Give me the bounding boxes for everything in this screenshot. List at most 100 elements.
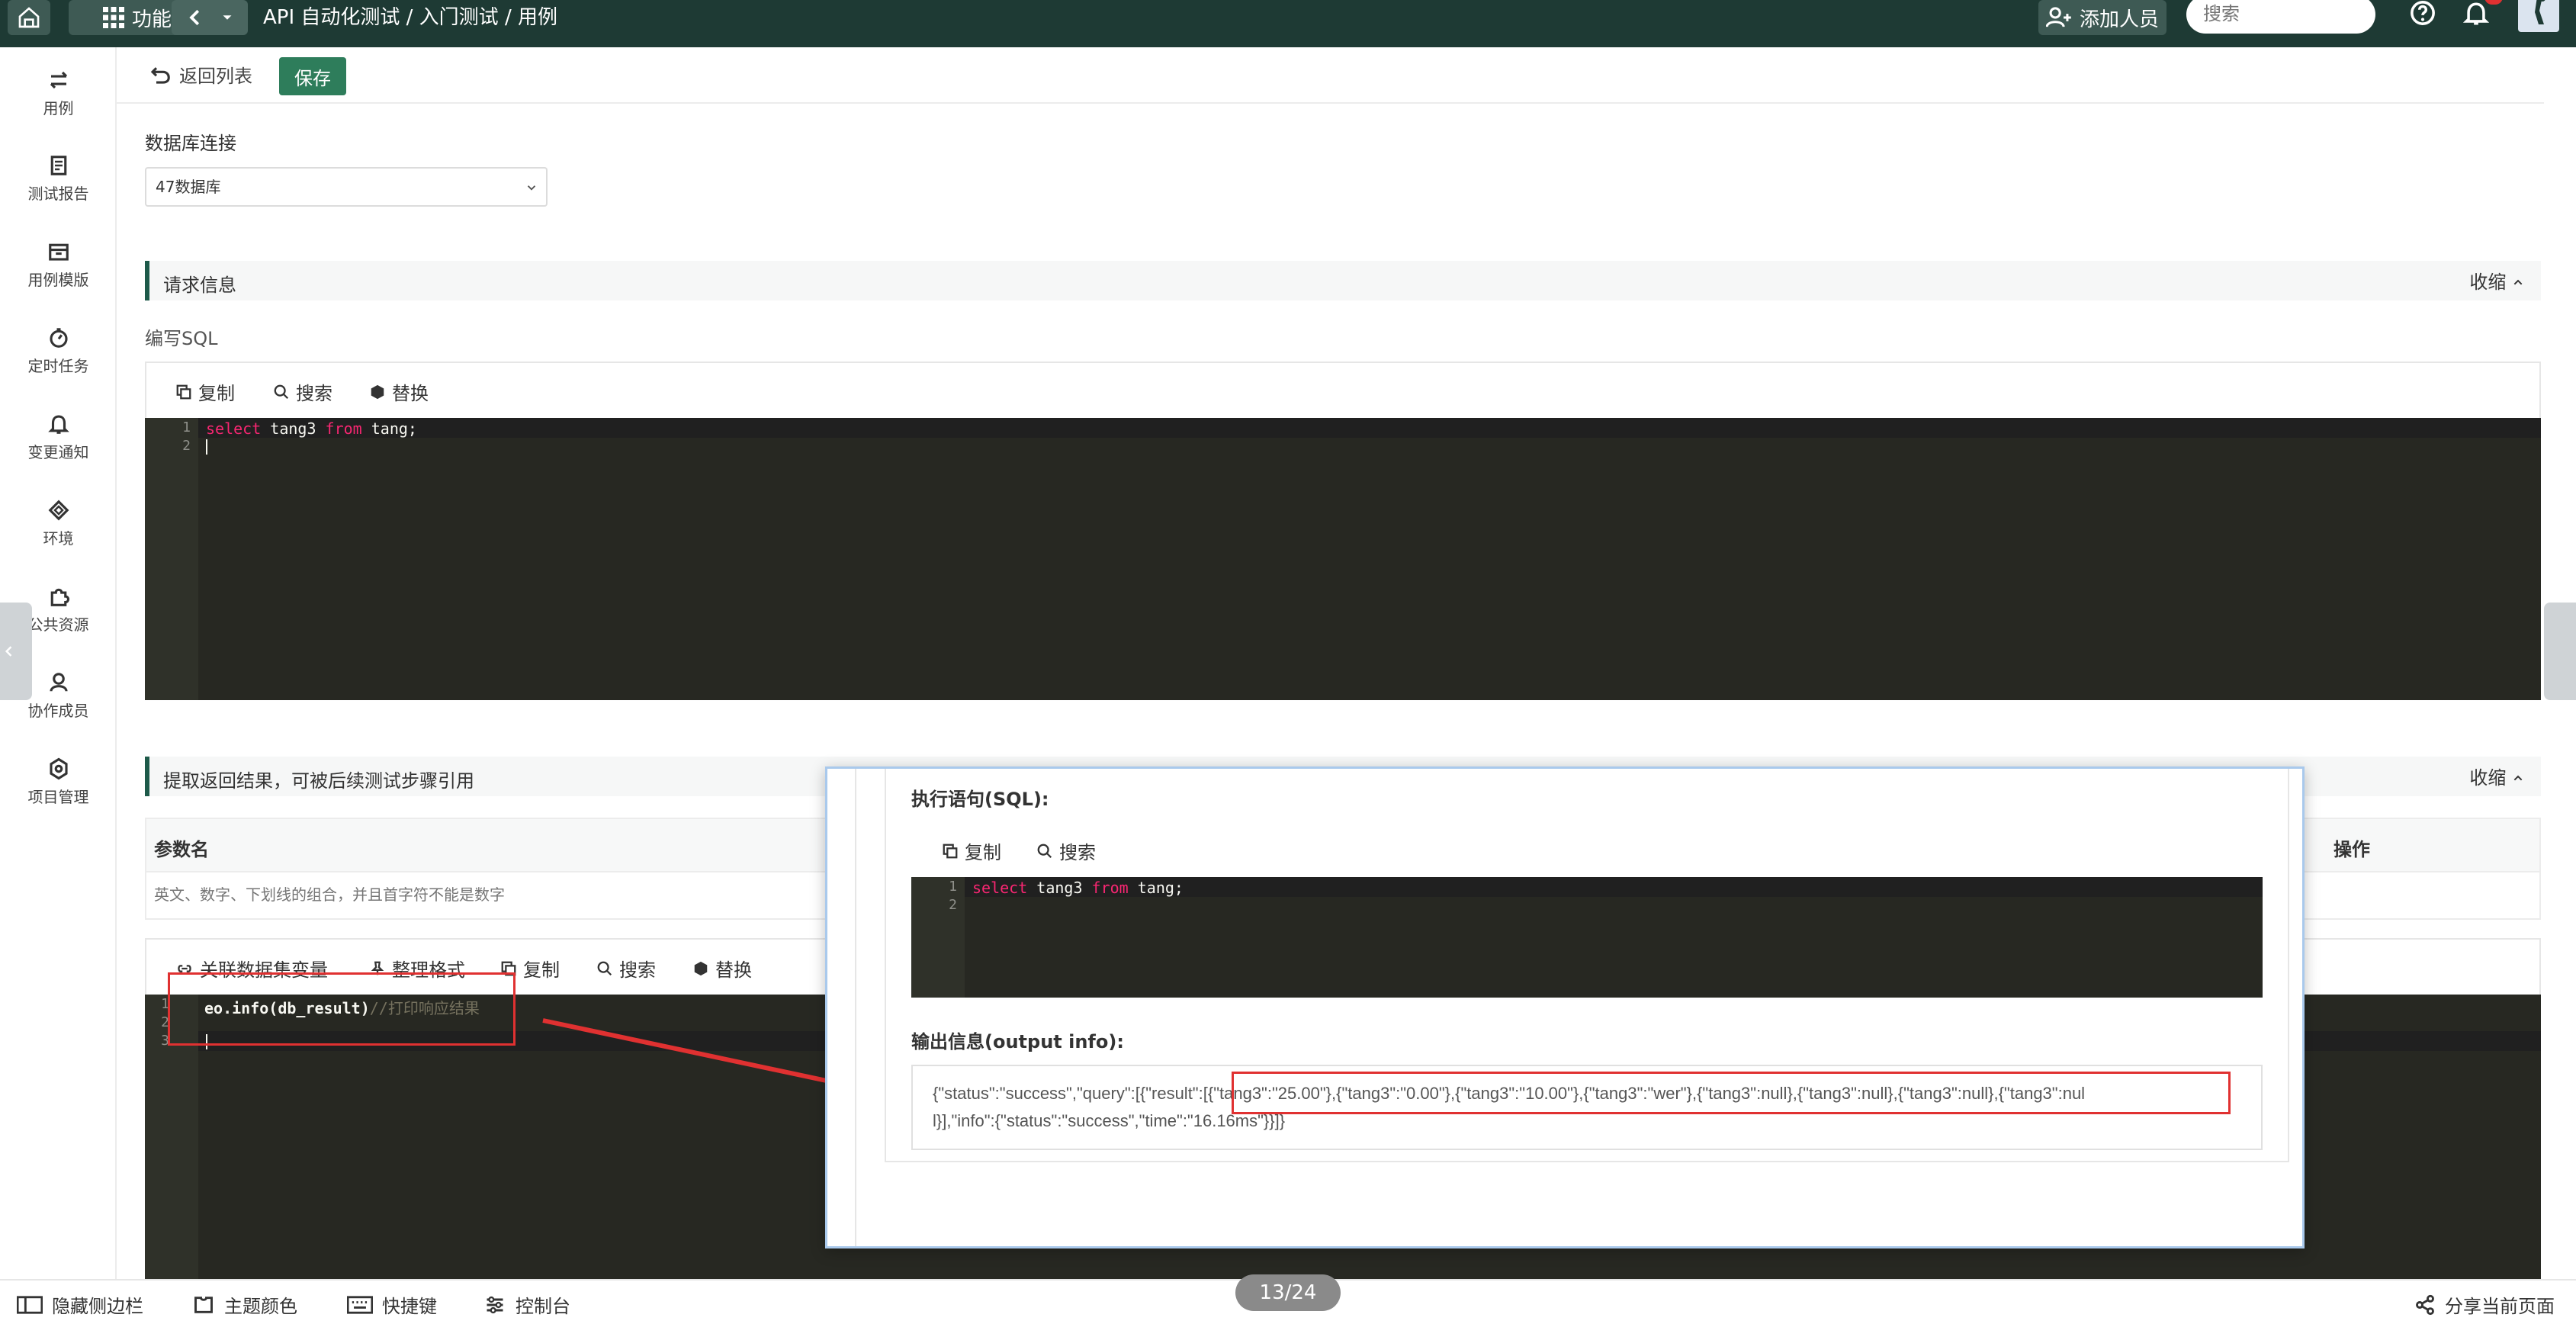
sidebar-icon [17, 1295, 43, 1314]
right-collapse-handle[interactable] [2544, 603, 2576, 700]
popup-search-button[interactable]: 搜索 [1036, 837, 1096, 864]
sidebar-item-change-notify[interactable]: 变更通知 [0, 413, 117, 489]
environment-icon [48, 500, 69, 521]
search-input[interactable] [2186, 0, 2375, 34]
line-gutter [145, 418, 198, 700]
keyword: select [206, 419, 262, 438]
replace-label: 替换 [715, 959, 752, 981]
home-button[interactable] [8, 0, 50, 35]
keyword: select [972, 879, 1028, 897]
copy-label: 复制 [198, 383, 235, 404]
popup-left-rule [855, 769, 856, 1246]
add-member-button[interactable]: 添加人员 [2038, 0, 2166, 35]
hide-sidebar-button[interactable]: 隐藏侧边栏 [17, 1291, 143, 1318]
save-button[interactable]: 保存 [279, 57, 346, 95]
copy-icon [943, 844, 958, 858]
chevron-left-icon [5, 646, 12, 657]
bell-icon [47, 415, 69, 434]
top-bar: 功能 API 自动化测试 / 入门测试 / 用例 添加人员 1 [0, 0, 2576, 47]
console-button[interactable]: 控制台 [483, 1291, 570, 1318]
add-member-label: 添加人员 [2079, 8, 2159, 31]
caret-down-icon [223, 15, 232, 20]
extract-collapse-button[interactable]: 收缩 [2469, 763, 2524, 789]
theme-color-label: 主题颜色 [224, 1296, 297, 1317]
sidebar-item-reports[interactable]: 测试报告 [0, 154, 117, 230]
undo-icon [150, 66, 170, 84]
left-collapse-handle[interactable] [0, 603, 32, 700]
active-line [198, 418, 2541, 438]
sidebar-item-label: 公共资源 [27, 615, 89, 634]
param-name-header: 参数名 [154, 839, 209, 860]
identifier: tang3 [261, 419, 326, 438]
collapse-label: 收缩 [2469, 272, 2507, 293]
line-number: 2 [949, 897, 957, 913]
back-nav-button[interactable] [172, 0, 248, 35]
sql-code-editor[interactable]: 1 2 select tang3 from tang; [145, 418, 2541, 700]
search-icon [274, 384, 289, 399]
line-number: 3 [161, 1033, 169, 1049]
sliders-icon [487, 1296, 503, 1313]
chevron-left-icon [189, 9, 200, 26]
search-button[interactable]: 搜索 [596, 955, 656, 982]
sidebar-item-cases[interactable]: 用例 [0, 69, 117, 145]
shirt-icon [194, 1296, 213, 1313]
help-button[interactable] [2410, 0, 2440, 31]
back-to-list-label: 返回列表 [179, 66, 252, 87]
timer-icon [49, 328, 68, 348]
replace-button[interactable]: 替换 [369, 378, 429, 405]
replace-button[interactable]: 替换 [692, 955, 752, 982]
settings-icon [49, 757, 68, 780]
sidebar-item-label: 环境 [43, 529, 74, 548]
grid-icon [102, 7, 124, 28]
function-label: 功能 [131, 8, 172, 31]
search-icon [597, 961, 612, 975]
line-number: 1 [161, 996, 169, 1012]
code-line: select tang3 from tang; [206, 419, 417, 438]
sidebar-item-scheduled-tasks[interactable]: 定时任务 [0, 326, 117, 403]
extract-result-title: 提取返回结果，可被后续测试步骤引用 [163, 770, 474, 792]
member-icon [49, 673, 68, 692]
keyword: from [1091, 879, 1129, 897]
write-sql-label: 编写SQL [145, 328, 218, 349]
param-name-input[interactable] [154, 880, 878, 911]
sidebar-item-label: 协作成员 [27, 702, 89, 720]
notification-button[interactable]: 1 [2462, 0, 2503, 31]
identifier: tang3 [1027, 879, 1092, 897]
popup-sql-editor[interactable]: 1 2 select tang3 from tang; [911, 877, 2263, 998]
add-user-icon [2045, 7, 2071, 27]
popup-copy-button[interactable]: 复制 [942, 837, 1001, 864]
request-collapse-button[interactable]: 收缩 [2469, 267, 2524, 294]
replace-label: 替换 [392, 383, 429, 404]
operation-header: 操作 [2333, 839, 2370, 860]
search-label: 搜索 [1059, 842, 1096, 863]
home-icon [18, 7, 40, 28]
share-icon [2416, 1294, 2434, 1315]
sidebar-item-templates[interactable]: 用例模版 [0, 240, 117, 317]
theme-color-button[interactable]: 主题颜色 [192, 1291, 297, 1318]
sidebar-item-label: 用例 [43, 99, 74, 117]
line-number: 1 [182, 419, 191, 435]
annotation-box [1232, 1072, 2231, 1114]
copy-button[interactable]: 复制 [175, 378, 235, 405]
chevron-up-icon [2513, 775, 2523, 781]
execution-popup: 执行语句(SQL): 复制 搜索 1 2 select tang3 from t… [825, 766, 2305, 1248]
breadcrumb[interactable]: API 自动化测试 / 入门测试 / 用例 [263, 2, 557, 30]
db-select[interactable]: 47数据库 [145, 167, 548, 207]
search-button[interactable]: 搜索 [273, 378, 332, 405]
sidebar-item-project-management[interactable]: 项目管理 [0, 757, 117, 834]
shortcuts-label: 快捷键 [382, 1296, 437, 1317]
share-page-label: 分享当前页面 [2445, 1296, 2555, 1317]
report-icon [50, 156, 66, 175]
back-to-list-button[interactable]: 返回列表 [149, 61, 252, 88]
annotation-box [168, 972, 516, 1046]
sidebar-item-label: 用例模版 [27, 271, 89, 289]
console-label: 控制台 [516, 1296, 570, 1317]
line-number: 2 [161, 1014, 169, 1030]
share-page-button[interactable]: 分享当前页面 [2414, 1291, 2555, 1318]
keyboard-icon [347, 1295, 373, 1314]
sidebar-item-environment[interactable]: 环境 [0, 499, 117, 575]
sidebar-item-label: 测试报告 [27, 185, 89, 203]
shortcuts-button[interactable]: 快捷键 [347, 1291, 437, 1318]
db-select-value: 47数据库 [156, 178, 221, 196]
avatar[interactable] [2518, 0, 2559, 32]
